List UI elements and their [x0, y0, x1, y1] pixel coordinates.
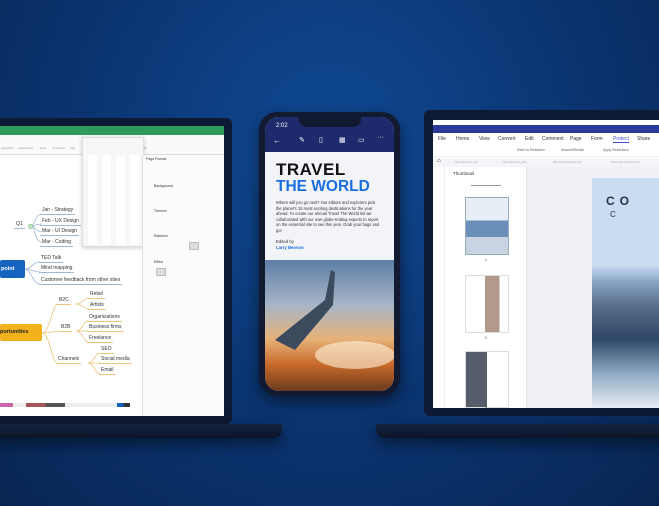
status-time: 2:02	[276, 123, 288, 129]
node-mar-coding[interactable]: Mar - Coding	[40, 239, 73, 247]
airplane-wing-icon	[275, 270, 394, 369]
node-mar-ui[interactable]: Mar - UI Design	[40, 228, 80, 236]
node-jan-strategy[interactable]: Jan - Strategy	[40, 207, 76, 215]
menu-edit[interactable]: Edit	[525, 136, 534, 142]
node-mind-mapping[interactable]: Mind mapping	[39, 265, 75, 273]
redact-mark-button[interactable]: Mark for Redaction	[517, 148, 545, 152]
menu-form[interactable]: Form	[591, 136, 603, 142]
bookmark-icon[interactable]: ▭	[358, 136, 365, 144]
panel-rainbow: Rainbow	[154, 234, 168, 238]
back-arrow-icon[interactable]: ←	[273, 136, 281, 145]
format-panel: Page Format Background Themes Rainbow Ef…	[142, 155, 224, 416]
tab-4[interactable]: Microsoft Policies.pdf	[611, 160, 639, 164]
menu-convert[interactable]: Convert	[498, 136, 516, 142]
node-connector	[28, 224, 33, 229]
book-icon[interactable]: ▯	[319, 136, 323, 144]
pdf-tabs: ⌂ Wondershare.pdf Wondershare.pdf Micros…	[433, 158, 659, 167]
right-laptop-screen: File Home View Convert Edit Comment Page…	[433, 120, 659, 408]
effect-option[interactable]	[156, 268, 166, 276]
doc-page-subtitle: C	[610, 210, 616, 219]
page-number-1: 1	[485, 258, 487, 262]
node-yellow-topic[interactable]: portunities	[0, 324, 42, 341]
tab-3[interactable]: Microsoft Policies.pdf	[553, 160, 581, 164]
layout-dropdown	[82, 137, 144, 247]
menu-page[interactable]: Page	[570, 136, 582, 142]
pen-icon[interactable]: ✎	[299, 136, 305, 144]
node-social-media[interactable]: Social media	[99, 356, 132, 364]
thumbnail-page-3[interactable]	[465, 351, 509, 408]
panel-effect: Effect	[154, 260, 163, 264]
node-q1[interactable]: Q1	[14, 221, 25, 229]
menu-comment[interactable]: Comment	[542, 136, 564, 142]
document-page[interactable]: CO C	[592, 178, 659, 408]
node-b2b[interactable]: B2B	[59, 324, 73, 332]
panel-themes: Themes	[154, 209, 167, 213]
notch	[299, 117, 361, 127]
edited-by: Edited by	[276, 239, 294, 244]
thumbnail-page-2[interactable]	[465, 275, 509, 333]
node-business-firms[interactable]: Business firms	[87, 324, 124, 332]
node-ted-talk[interactable]: TED Talk	[39, 255, 64, 263]
node-b2c[interactable]: B2C	[57, 297, 71, 305]
document-area: CO C	[527, 167, 659, 408]
doc-title-the-world: THE WORLD	[276, 178, 370, 195]
node-artists[interactable]: Artists	[88, 302, 106, 310]
menu-file[interactable]: File	[438, 136, 446, 142]
menu-share[interactable]: Share	[637, 136, 650, 142]
doc-body: Where will you go next? Our editors and …	[276, 200, 380, 233]
editor-name[interactable]: Larry Benson	[276, 245, 304, 250]
right-laptop-base	[376, 424, 659, 438]
node-channels[interactable]: Channels	[56, 356, 82, 364]
yellow-topic-label: portunities	[0, 329, 29, 335]
node-blue-topic[interactable]: point	[0, 260, 25, 278]
blue-topic-label: point	[1, 266, 15, 272]
thumbnail-page-1[interactable]	[465, 197, 509, 255]
node-freelance[interactable]: Freelance	[87, 335, 114, 343]
tab-1[interactable]: Wondershare.pdf	[455, 160, 478, 164]
zoom-slider[interactable]	[471, 185, 501, 186]
phone-header: 2:02 ← ✎ ▯ ▦ ▭ ···	[265, 117, 394, 152]
home-icon[interactable]: ⌂	[437, 158, 441, 164]
pdf-toolbar: Mark for Redaction Search&Redact Apply R…	[433, 145, 659, 157]
more-icon[interactable]: ···	[377, 134, 384, 141]
pdf-titlebar	[433, 125, 659, 133]
menu-protect[interactable]: Protect	[613, 136, 629, 143]
left-laptop-screen: Hyperlink Attachment Note Comment Tag La…	[0, 126, 224, 416]
pdf-menu: File Home View Convert Edit Comment Page…	[433, 134, 659, 144]
search-redact-button[interactable]: Search&Redact	[561, 148, 584, 152]
node-email[interactable]: Email	[99, 367, 116, 375]
panel-page-format: Page Format	[146, 157, 167, 161]
panel-background: Background	[154, 184, 173, 188]
node-organizations[interactable]: Organizations	[87, 314, 122, 322]
airplane-sky-image	[265, 260, 394, 391]
thumbnail-title: Thumbnail	[453, 171, 475, 176]
menu-view[interactable]: View	[479, 136, 490, 142]
color-bar	[0, 403, 130, 407]
grid-icon[interactable]: ▦	[339, 136, 346, 144]
side-icons	[433, 167, 445, 408]
apply-redactions-button[interactable]: Apply Redactions	[603, 148, 629, 152]
tab-2[interactable]: Wondershare.pdf	[503, 160, 526, 164]
node-seo[interactable]: SEO	[99, 346, 114, 354]
layout-options-grid[interactable]	[86, 155, 142, 245]
phone-screen: 2:02 ← ✎ ▯ ▦ ▭ ··· TRAVEL THE WORLD Wher…	[265, 117, 394, 391]
doc-title-travel: TRAVEL	[276, 160, 346, 179]
node-feb-ux[interactable]: Feb - UX Design	[40, 218, 81, 226]
page-number-2: 2	[485, 336, 487, 340]
doc-page-title: CO	[606, 194, 634, 208]
node-customer-feedback[interactable]: Customer feedback from other sites	[39, 277, 123, 285]
node-retail[interactable]: Retail	[88, 291, 105, 299]
rainbow-option-selected[interactable]	[189, 242, 199, 250]
left-laptop-base	[0, 424, 282, 438]
thumbnail-panel: Thumbnail 1 2 3	[433, 167, 527, 408]
menu-home[interactable]: Home	[456, 136, 469, 142]
page-number-3: 3	[485, 405, 487, 408]
